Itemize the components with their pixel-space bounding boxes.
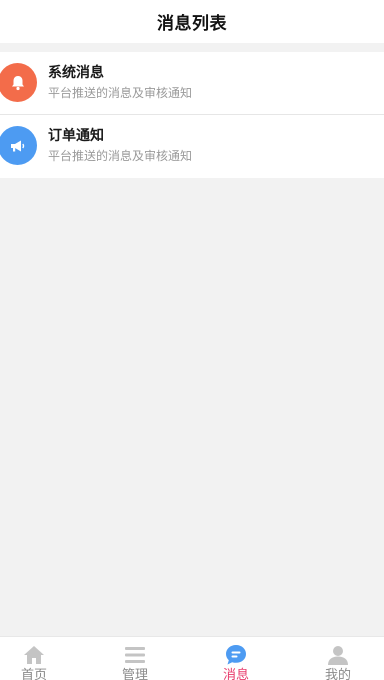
message-item-system[interactable]: 系统消息 平台推送的消息及审核通知 <box>0 52 384 115</box>
user-icon <box>326 644 350 666</box>
tab-messages[interactable]: 消息 <box>188 637 284 680</box>
bell-icon <box>0 63 37 102</box>
section-divider <box>0 43 384 52</box>
message-description: 平台推送的消息及审核通知 <box>48 149 193 163</box>
message-item-order[interactable]: 订单通知 平台推送的消息及审核通知 <box>0 115 384 178</box>
tab-mine[interactable]: 我的 <box>290 637 384 680</box>
message-description: 平台推送的消息及审核通知 <box>48 86 193 100</box>
tab-home[interactable]: 首页 <box>0 637 82 680</box>
tab-label: 管理 <box>121 668 148 680</box>
message-title: 系统消息 <box>48 65 104 81</box>
tab-label: 消息 <box>222 668 249 680</box>
bottom-tab-bar: 首页 管理 消息 我的 <box>0 636 384 680</box>
tab-label: 我的 <box>324 668 351 680</box>
home-icon <box>22 644 46 666</box>
message-list: 系统消息 平台推送的消息及审核通知 订单通知 平台推送的消息及审核通知 <box>0 52 384 178</box>
megaphone-icon <box>0 126 37 165</box>
page-title: 消息列表 <box>157 14 227 34</box>
tab-label: 首页 <box>20 668 47 680</box>
list-icon <box>123 644 147 666</box>
chat-icon <box>224 644 248 666</box>
page-header: 消息列表 <box>0 0 384 43</box>
message-text: 系统消息 平台推送的消息及审核通知 <box>48 64 192 101</box>
message-title: 订单通知 <box>48 128 104 144</box>
message-text: 订单通知 平台推送的消息及审核通知 <box>48 127 192 164</box>
tab-manage[interactable]: 管理 <box>87 637 183 680</box>
